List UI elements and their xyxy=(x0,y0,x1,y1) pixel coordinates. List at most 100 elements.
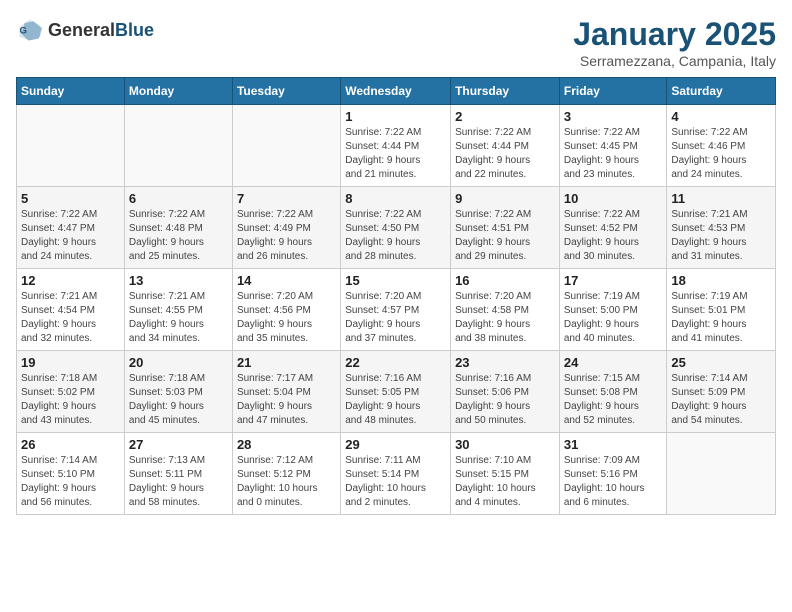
day-detail: Sunrise: 7:14 AM Sunset: 5:09 PM Dayligh… xyxy=(671,372,771,428)
calendar-cell: 13 Sunrise: 7:21 AM Sunset: 4:55 PM Dayli… xyxy=(124,269,232,351)
day-number: 20 xyxy=(129,355,228,370)
calendar-cell: 12Sunrise: 7:21 AM Sunset: 4:54 PM Dayli… xyxy=(17,269,125,351)
calendar-cell: 8Sunrise: 7:22 AM Sunset: 4:50 PM Daylig… xyxy=(341,187,451,269)
day-detail: Sunrise: 7:11 AM Sunset: 5:14 PM Dayligh… xyxy=(345,454,446,510)
day-detail: Sunrise: 7:16 AM Sunset: 5:05 PM Dayligh… xyxy=(345,372,446,428)
day-detail: Sunrise: 7:20 AM Sunset: 4:58 PM Dayligh… xyxy=(455,290,555,346)
weekday-header-tuesday: Tuesday xyxy=(232,78,340,105)
calendar-cell: 18 Sunrise: 7:19 AM Sunset: 5:01 PM Dayli… xyxy=(667,269,776,351)
calendar-cell: 1 Sunrise: 7:22 AM Sunset: 4:44 PM Daylig… xyxy=(341,105,451,187)
calendar-cell: 24Sunrise: 7:15 AM Sunset: 5:08 PM Dayli… xyxy=(559,351,667,433)
calendar-cell: 3Sunrise: 7:22 AM Sunset: 4:45 PM Daylig… xyxy=(559,105,667,187)
calendar-cell: 28 Sunrise: 7:12 AM Sunset: 5:12 PM Dayli… xyxy=(232,433,340,515)
calendar-cell: 9 Sunrise: 7:22 AM Sunset: 4:51 PM Daylig… xyxy=(451,187,560,269)
calendar-cell xyxy=(667,433,776,515)
calendar-cell: 31 Sunrise: 7:09 AM Sunset: 5:16 PM Dayli… xyxy=(559,433,667,515)
calendar-title: January 2025 xyxy=(573,16,776,53)
weekday-header-saturday: Saturday xyxy=(667,78,776,105)
calendar-cell: 2 Sunrise: 7:22 AM Sunset: 4:44 PM Daylig… xyxy=(451,105,560,187)
day-detail: Sunrise: 7:17 AM Sunset: 5:04 PM Dayligh… xyxy=(237,372,336,428)
calendar-cell: 10Sunrise: 7:22 AM Sunset: 4:52 PM Dayli… xyxy=(559,187,667,269)
day-number: 21 xyxy=(237,355,336,370)
day-detail: Sunrise: 7:22 AM Sunset: 4:51 PM Dayligh… xyxy=(455,208,555,264)
day-number: 28 xyxy=(237,437,336,452)
day-number: 5 xyxy=(21,191,120,206)
day-detail: Sunrise: 7:22 AM Sunset: 4:45 PM Dayligh… xyxy=(564,126,663,182)
calendar-cell xyxy=(124,105,232,187)
day-detail: Sunrise: 7:20 AM Sunset: 4:56 PM Dayligh… xyxy=(237,290,336,346)
calendar-cell: 19Sunrise: 7:18 AM Sunset: 5:02 PM Dayli… xyxy=(17,351,125,433)
day-detail: Sunrise: 7:16 AM Sunset: 5:06 PM Dayligh… xyxy=(455,372,555,428)
day-detail: Sunrise: 7:09 AM Sunset: 5:16 PM Dayligh… xyxy=(564,454,663,510)
day-number: 17 xyxy=(564,273,663,288)
day-detail: Sunrise: 7:22 AM Sunset: 4:44 PM Dayligh… xyxy=(345,126,446,182)
header: G GeneralBlue January 2025 Serramezzana,… xyxy=(16,16,776,69)
day-number: 30 xyxy=(455,437,555,452)
calendar-cell: 5 Sunrise: 7:22 AM Sunset: 4:47 PM Daylig… xyxy=(17,187,125,269)
day-detail: Sunrise: 7:18 AM Sunset: 5:02 PM Dayligh… xyxy=(21,372,120,428)
logo-general-text: General xyxy=(48,20,115,40)
calendar-cell: 26Sunrise: 7:14 AM Sunset: 5:10 PM Dayli… xyxy=(17,433,125,515)
calendar-cell: 23 Sunrise: 7:16 AM Sunset: 5:06 PM Dayli… xyxy=(451,351,560,433)
day-number: 14 xyxy=(237,273,336,288)
logo-icon: G xyxy=(16,16,44,44)
day-number: 29 xyxy=(345,437,446,452)
calendar-cell: 21 Sunrise: 7:17 AM Sunset: 5:04 PM Dayli… xyxy=(232,351,340,433)
day-detail: Sunrise: 7:22 AM Sunset: 4:46 PM Dayligh… xyxy=(671,126,771,182)
day-number: 10 xyxy=(564,191,663,206)
day-number: 1 xyxy=(345,109,446,124)
day-detail: Sunrise: 7:21 AM Sunset: 4:53 PM Dayligh… xyxy=(671,208,771,264)
day-number: 27 xyxy=(129,437,228,452)
calendar-cell: 20Sunrise: 7:18 AM Sunset: 5:03 PM Dayli… xyxy=(124,351,232,433)
day-detail: Sunrise: 7:21 AM Sunset: 4:55 PM Dayligh… xyxy=(129,290,228,346)
day-number: 9 xyxy=(455,191,555,206)
day-number: 18 xyxy=(671,273,771,288)
title-area: January 2025 Serramezzana, Campania, Ita… xyxy=(573,16,776,69)
calendar-cell: 27 Sunrise: 7:13 AM Sunset: 5:11 PM Dayli… xyxy=(124,433,232,515)
day-detail: Sunrise: 7:20 AM Sunset: 4:57 PM Dayligh… xyxy=(345,290,446,346)
calendar-cell: 17 Sunrise: 7:19 AM Sunset: 5:00 PM Dayli… xyxy=(559,269,667,351)
week-row-3: 12Sunrise: 7:21 AM Sunset: 4:54 PM Dayli… xyxy=(17,269,776,351)
day-number: 22 xyxy=(345,355,446,370)
calendar-cell: 6 Sunrise: 7:22 AM Sunset: 4:48 PM Daylig… xyxy=(124,187,232,269)
day-number: 13 xyxy=(129,273,228,288)
day-detail: Sunrise: 7:22 AM Sunset: 4:47 PM Dayligh… xyxy=(21,208,120,264)
week-row-4: 19Sunrise: 7:18 AM Sunset: 5:02 PM Dayli… xyxy=(17,351,776,433)
day-number: 31 xyxy=(564,437,663,452)
day-detail: Sunrise: 7:22 AM Sunset: 4:44 PM Dayligh… xyxy=(455,126,555,182)
calendar-cell: 4Sunrise: 7:22 AM Sunset: 4:46 PM Daylig… xyxy=(667,105,776,187)
day-detail: Sunrise: 7:12 AM Sunset: 5:12 PM Dayligh… xyxy=(237,454,336,510)
day-number: 16 xyxy=(455,273,555,288)
calendar-cell: 30 Sunrise: 7:10 AM Sunset: 5:15 PM Dayli… xyxy=(451,433,560,515)
week-row-5: 26Sunrise: 7:14 AM Sunset: 5:10 PM Dayli… xyxy=(17,433,776,515)
logo: G GeneralBlue xyxy=(16,16,154,44)
calendar-cell: 7 Sunrise: 7:22 AM Sunset: 4:49 PM Daylig… xyxy=(232,187,340,269)
day-detail: Sunrise: 7:22 AM Sunset: 4:48 PM Dayligh… xyxy=(129,208,228,264)
weekday-header-row: SundayMondayTuesdayWednesdayThursdayFrid… xyxy=(17,78,776,105)
day-number: 7 xyxy=(237,191,336,206)
day-detail: Sunrise: 7:19 AM Sunset: 5:00 PM Dayligh… xyxy=(564,290,663,346)
calendar-cell: 14 Sunrise: 7:20 AM Sunset: 4:56 PM Dayli… xyxy=(232,269,340,351)
day-number: 2 xyxy=(455,109,555,124)
weekday-header-monday: Monday xyxy=(124,78,232,105)
week-row-1: 1 Sunrise: 7:22 AM Sunset: 4:44 PM Daylig… xyxy=(17,105,776,187)
day-number: 6 xyxy=(129,191,228,206)
calendar-cell xyxy=(17,105,125,187)
day-detail: Sunrise: 7:10 AM Sunset: 5:15 PM Dayligh… xyxy=(455,454,555,510)
day-detail: Sunrise: 7:21 AM Sunset: 4:54 PM Dayligh… xyxy=(21,290,120,346)
day-number: 24 xyxy=(564,355,663,370)
day-detail: Sunrise: 7:13 AM Sunset: 5:11 PM Dayligh… xyxy=(129,454,228,510)
day-detail: Sunrise: 7:22 AM Sunset: 4:49 PM Dayligh… xyxy=(237,208,336,264)
calendar-cell: 15Sunrise: 7:20 AM Sunset: 4:57 PM Dayli… xyxy=(341,269,451,351)
day-number: 23 xyxy=(455,355,555,370)
day-number: 25 xyxy=(671,355,771,370)
calendar-cell: 25 Sunrise: 7:14 AM Sunset: 5:09 PM Dayli… xyxy=(667,351,776,433)
calendar-cell: 29 Sunrise: 7:11 AM Sunset: 5:14 PM Dayli… xyxy=(341,433,451,515)
calendar-cell: 11Sunrise: 7:21 AM Sunset: 4:53 PM Dayli… xyxy=(667,187,776,269)
week-row-2: 5 Sunrise: 7:22 AM Sunset: 4:47 PM Daylig… xyxy=(17,187,776,269)
day-detail: Sunrise: 7:19 AM Sunset: 5:01 PM Dayligh… xyxy=(671,290,771,346)
day-number: 8 xyxy=(345,191,446,206)
day-number: 26 xyxy=(21,437,120,452)
calendar-cell: 16 Sunrise: 7:20 AM Sunset: 4:58 PM Dayli… xyxy=(451,269,560,351)
weekday-header-wednesday: Wednesday xyxy=(341,78,451,105)
